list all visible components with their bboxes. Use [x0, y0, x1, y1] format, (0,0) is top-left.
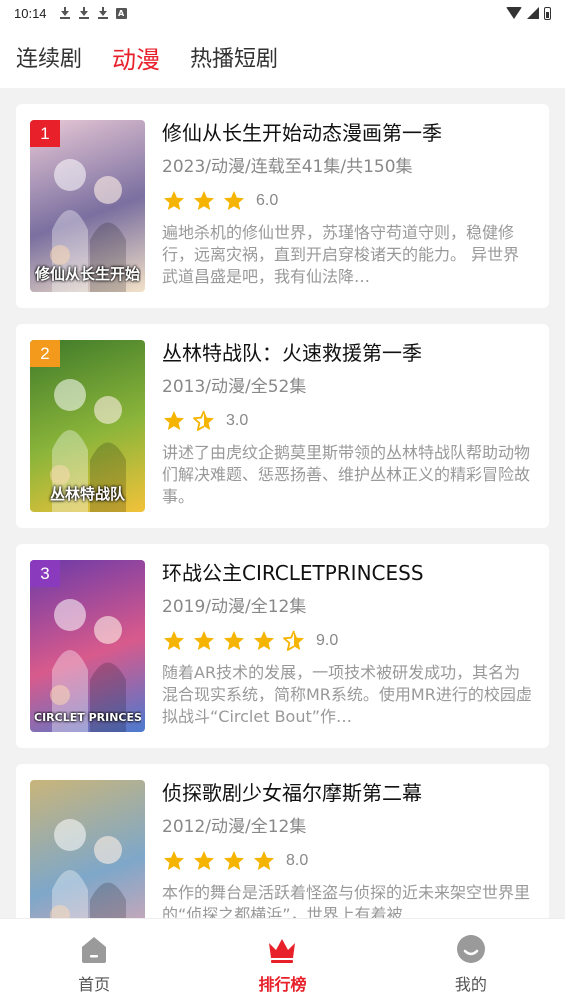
star-icon	[194, 851, 214, 870]
download-icon	[97, 6, 109, 20]
card-meta: 2013/动漫/全52集	[162, 377, 307, 397]
ranking-card[interactable]: 侦探歌剧少女福尔摩斯第二幕 2012/动漫/全12集 8.0 本作的舞台是活跃着怪盗与…	[16, 764, 549, 918]
download-icon	[59, 6, 71, 20]
poster-title: 修仙从长生开始	[34, 265, 140, 283]
card-title[interactable]: 修仙从长生开始动态漫画第一季	[162, 120, 535, 146]
poster-art	[50, 819, 126, 918]
poster-image: 丛林特战队 2	[30, 340, 145, 512]
nav-ranking-label: 排行榜	[258, 975, 307, 994]
rating-score: 6.0	[256, 192, 279, 209]
star-icon	[224, 191, 244, 210]
nav-home[interactable]: 首页	[0, 919, 188, 1004]
ranking-card[interactable]: 修仙从长生开始 1 修仙从长生开始动态漫画第一季 2023/动漫/连载至41集/共15…	[16, 104, 549, 308]
rank-badge: 3	[30, 560, 60, 587]
star-icon	[164, 191, 184, 210]
ranking-card[interactable]: 丛林特战队 2 丛林特战队：火速救援第一季 2013/动漫/全52集 3.0 讲述了由虎纹…	[16, 324, 549, 528]
ranking-card[interactable]: CIRCLET PRINCESS 3 环战公主CIRCLETPRINCESS 2019…	[16, 544, 549, 748]
crown-icon	[269, 939, 296, 963]
card-info: 丛林特战队：火速救援第一季 2013/动漫/全52集 3.0 讲述了由虎纹企鹅莫里斯带…	[162, 340, 535, 512]
star-half-icon	[283, 630, 304, 651]
card-description: 讲述了由虎纹企鹅莫里斯带领的丛林特战队帮助动物们解决难题、惩恶扬善、维护丛林正义…	[162, 443, 531, 506]
card-title[interactable]: 丛林特战队：火速救援第一季	[162, 340, 535, 366]
star-rating: 6.0	[162, 188, 535, 214]
status-notifications: A	[59, 6, 127, 20]
card-meta: 2023/动漫/连载至41集/共150集	[162, 157, 413, 177]
poster-image: CIRCLET PRINCESS 3	[30, 560, 145, 732]
status-indicators	[506, 6, 551, 20]
card-description: 遍地杀机的修仙世界，苏瑾恪守苟道守则，稳健修行，远离灾祸，直到开启穿梭诸天的能力…	[162, 223, 520, 286]
star-icon	[254, 851, 274, 870]
nav-profile[interactable]: 我的	[377, 919, 565, 1004]
tab-series[interactable]: 连续剧	[16, 41, 82, 73]
card-info: 侦探歌剧少女福尔摩斯第二幕 2012/动漫/全12集 8.0 本作的舞台是活跃着怪盗与…	[162, 780, 535, 918]
poster-title: CIRCLET PRINCESS	[34, 711, 141, 724]
bottom-nav: 首页 排行榜 我的	[0, 918, 565, 1004]
wifi-icon	[506, 7, 522, 19]
card-title[interactable]: 环战公主CIRCLETPRINCESS	[162, 560, 535, 586]
star-rating: 9.0	[162, 628, 535, 654]
category-tabs: 连续剧 动漫 热播短剧	[0, 26, 565, 88]
rating-score: 3.0	[226, 412, 249, 429]
card-title[interactable]: 侦探歌剧少女福尔摩斯第二幕	[162, 780, 535, 806]
star-icon	[194, 631, 214, 650]
card-info: 修仙从长生开始动态漫画第一季 2023/动漫/连载至41集/共150集 6.0 遍地杀…	[162, 120, 535, 292]
home-icon	[82, 937, 107, 963]
star-icon	[254, 631, 274, 650]
star-rating: 3.0	[162, 408, 535, 434]
nav-ranking[interactable]: 排行榜	[188, 919, 376, 1004]
star-rating: 8.0	[162, 848, 535, 874]
poster-image	[30, 780, 145, 918]
star-icon	[164, 411, 184, 430]
poster-title: 丛林特战队	[49, 485, 125, 503]
rank-badge: 2	[30, 340, 60, 367]
status-bar: 10:14 A	[0, 0, 565, 26]
star-half-icon	[193, 410, 214, 431]
card-description: 本作的舞台是活跃着怪盗与侦探的近未来架空世界里的“侦探之都横浜”，世界上有着被…	[162, 883, 531, 918]
rating-score: 8.0	[286, 852, 309, 869]
status-time: 10:14	[14, 5, 47, 21]
card-description: 随着AR技术的发展，一项技术被研发成功，其名为混合现实系统，简称MR系统。使用M…	[162, 663, 532, 726]
card-meta: 2012/动漫/全12集	[162, 817, 307, 837]
nav-profile-label: 我的	[454, 975, 487, 994]
battery-icon	[544, 6, 551, 20]
card-meta: 2019/动漫/全12集	[162, 597, 307, 617]
star-icon	[224, 631, 244, 650]
signal-icon	[527, 7, 539, 19]
star-icon	[194, 191, 214, 210]
rating-score: 9.0	[316, 632, 339, 649]
nav-home-label: 首页	[78, 975, 111, 994]
poster-image: 修仙从长生开始 1	[30, 120, 145, 292]
download-icon	[78, 6, 90, 20]
star-icon	[224, 851, 244, 870]
star-icon	[164, 851, 184, 870]
star-icon	[164, 631, 184, 650]
profile-icon	[456, 935, 485, 963]
a-badge-icon: A	[115, 7, 127, 19]
tab-hot-shorts[interactable]: 热播短剧	[190, 41, 278, 73]
rank-badge: 1	[30, 120, 60, 147]
card-info: 环战公主CIRCLETPRINCESS 2019/动漫/全12集 9.0 随着AR技术…	[162, 560, 535, 732]
tab-anime[interactable]: 动漫	[112, 40, 160, 75]
ranking-list: 修仙从长生开始 1 修仙从长生开始动态漫画第一季 2023/动漫/连载至41集/共15…	[0, 88, 565, 918]
